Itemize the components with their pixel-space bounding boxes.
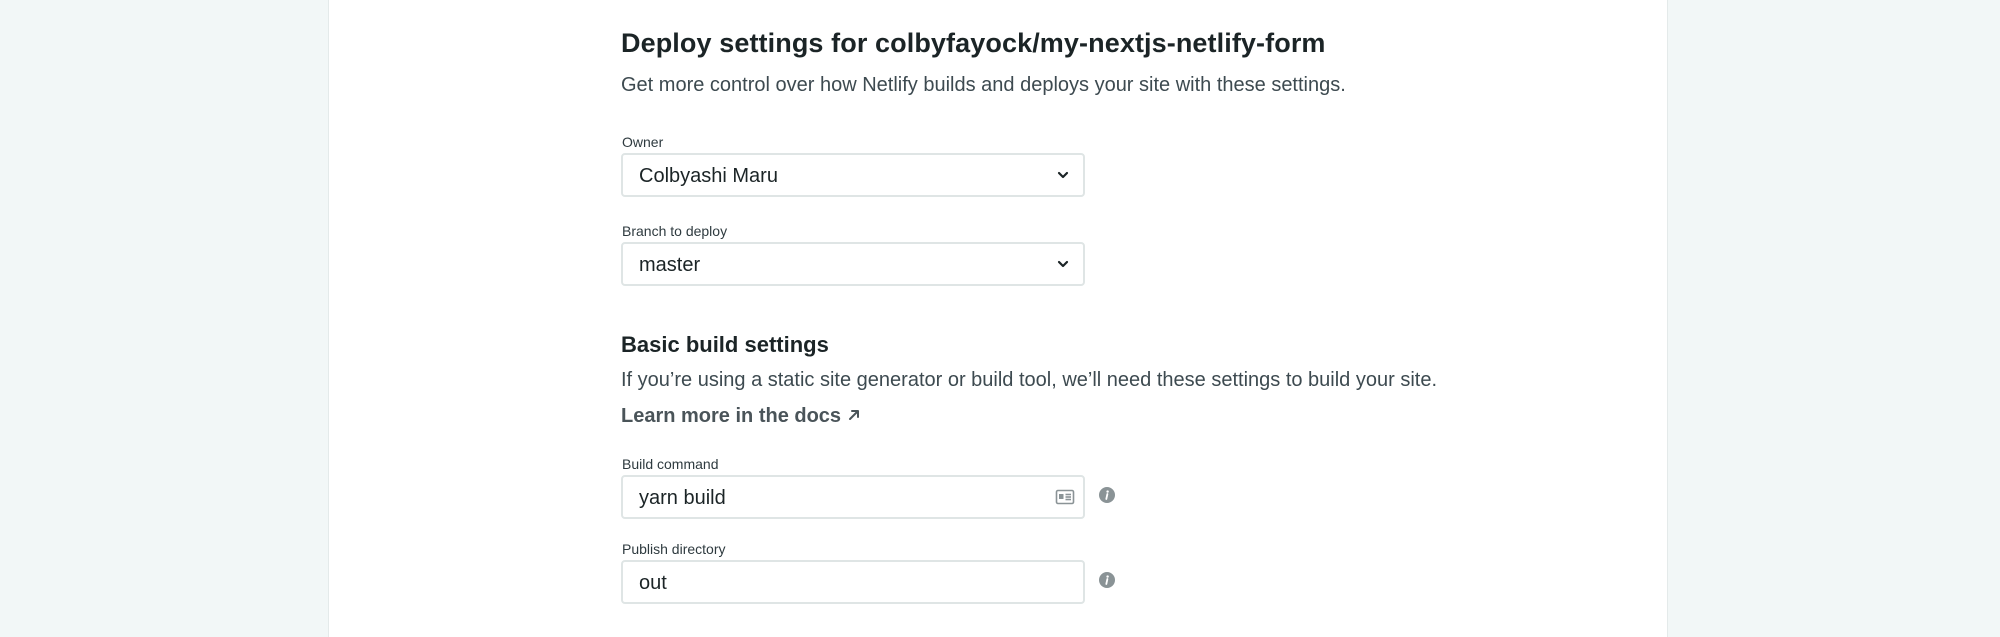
build-command-input[interactable]: yarn build bbox=[621, 475, 1085, 519]
build-settings-description: If you’re using a static site generator … bbox=[621, 369, 1438, 391]
chevron-down-icon bbox=[1057, 171, 1069, 179]
publish-directory-input[interactable]: out bbox=[621, 560, 1085, 604]
publish-directory-label: Publish directory bbox=[622, 541, 726, 557]
build-settings-heading: Basic build settings bbox=[621, 332, 829, 357]
branch-select[interactable]: master bbox=[621, 242, 1085, 286]
page-title: Deploy settings for colbyfayock/my-nextj… bbox=[621, 28, 1326, 58]
branch-select-value: master bbox=[639, 254, 701, 276]
build-command-value: yarn build bbox=[639, 487, 726, 509]
owner-select[interactable]: Colbyashi Maru bbox=[621, 153, 1085, 197]
info-icon[interactable] bbox=[1099, 487, 1115, 503]
owner-select-value: Colbyashi Maru bbox=[639, 165, 778, 187]
page-subtitle: Get more control over how Netlify builds… bbox=[621, 74, 1346, 96]
chevron-down-icon bbox=[1057, 260, 1069, 268]
info-icon[interactable] bbox=[1099, 572, 1115, 588]
arrow-up-right-icon bbox=[849, 410, 860, 420]
docs-link-label: Learn more in the docs bbox=[621, 405, 842, 427]
id-card-icon[interactable] bbox=[1055, 487, 1075, 507]
publish-directory-value: out bbox=[639, 572, 667, 594]
build-command-label: Build command bbox=[622, 456, 719, 472]
docs-link[interactable]: Learn more in the docs bbox=[621, 405, 861, 428]
settings-card: Deploy settings for colbyfayock/my-nextj… bbox=[328, 0, 1668, 637]
owner-label: Owner bbox=[622, 134, 664, 150]
branch-label: Branch to deploy bbox=[622, 223, 728, 239]
